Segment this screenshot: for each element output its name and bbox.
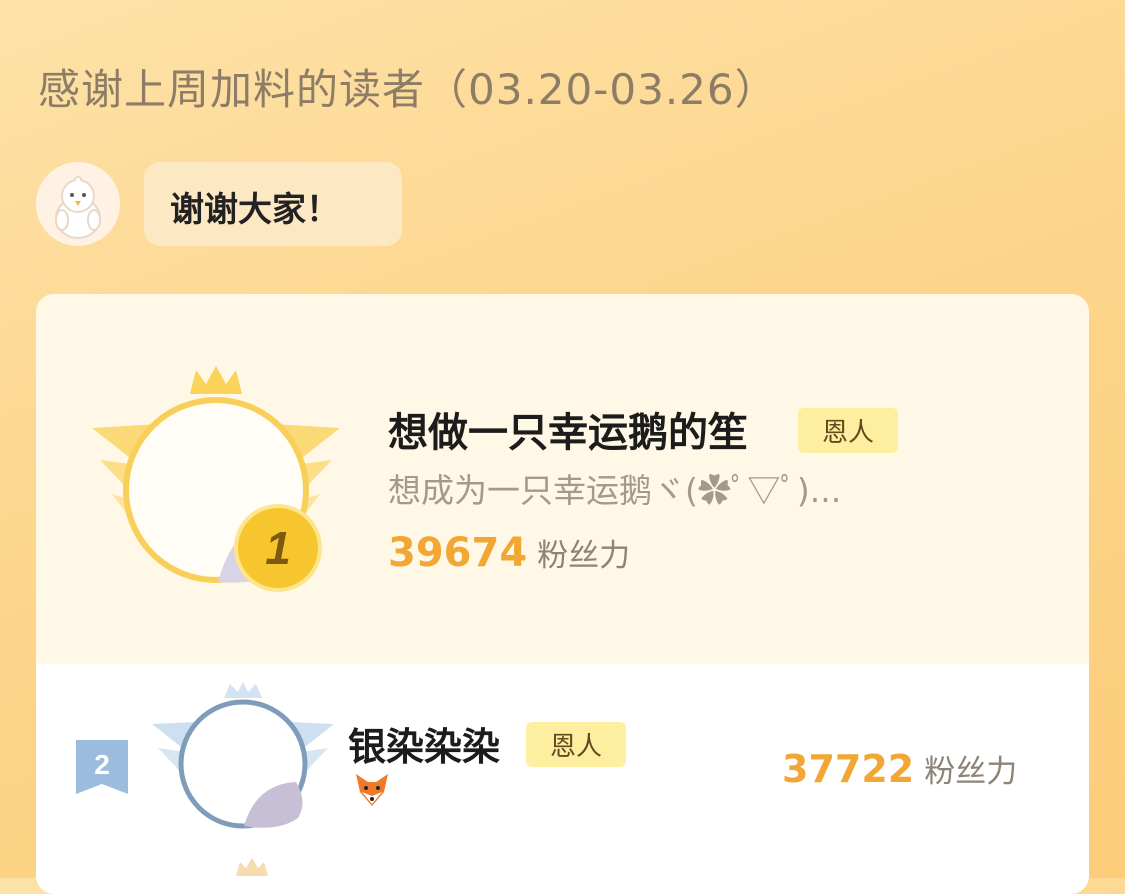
crown-icon	[236, 858, 268, 876]
rank-1-name[interactable]: 想做一只幸运鹅的笙	[388, 400, 748, 458]
crown-icon	[190, 366, 242, 394]
mascot-avatar	[36, 162, 120, 246]
rank-2-number: 2	[94, 749, 110, 780]
crown-icon	[224, 682, 262, 698]
rank-3-crown-peek	[234, 858, 270, 882]
rank-1-number: 1	[265, 522, 291, 574]
rank-1-bio: 想成为一只幸运鹅ヾ(✿ﾟ▽ﾟ)...	[388, 471, 842, 510]
rank-2-badge: 恩人	[526, 722, 627, 767]
speech-bubble-text: 谢谢大家！	[170, 190, 340, 230]
rank-1-score-value: 39674	[388, 530, 528, 576]
page-title: 感谢上周加料的读者（03.20-03.26）	[38, 65, 778, 114]
rank-1-badge: 恩人	[798, 408, 899, 453]
fox-icon	[352, 770, 392, 810]
rank-1-avatar-frame[interactable]: 1	[86, 364, 346, 604]
speech-bubble: 谢谢大家！	[144, 162, 402, 246]
rank-2-name[interactable]: 银染染染	[348, 716, 500, 771]
leaderboard-card: 1 想做一只幸运鹅的笙 恩人 想成为一只幸运鹅ヾ(✿ﾟ▽ﾟ)... 39674 粉…	[36, 294, 1089, 894]
rank-1-score: 39674 粉丝力	[388, 530, 630, 576]
rank-2-score-value: 37722	[782, 747, 915, 791]
rank-1-panel[interactable]: 1 想做一只幸运鹅的笙 恩人 想成为一只幸运鹅ヾ(✿ﾟ▽ﾟ)... 39674 粉…	[36, 294, 1089, 664]
rank-2-score: 37722 粉丝力	[782, 746, 1017, 791]
rank-1-score-unit: 粉丝力	[537, 538, 631, 574]
rank-2-avatar-frame[interactable]	[148, 682, 338, 852]
duck-mascot-icon	[55, 175, 101, 239]
rank-2-score-unit: 粉丝力	[924, 754, 1018, 790]
rank-2-ribbon: 2	[74, 738, 130, 802]
rank-2-row[interactable]: 2 银染染染 恩人 37722 粉丝力	[36, 670, 1089, 840]
